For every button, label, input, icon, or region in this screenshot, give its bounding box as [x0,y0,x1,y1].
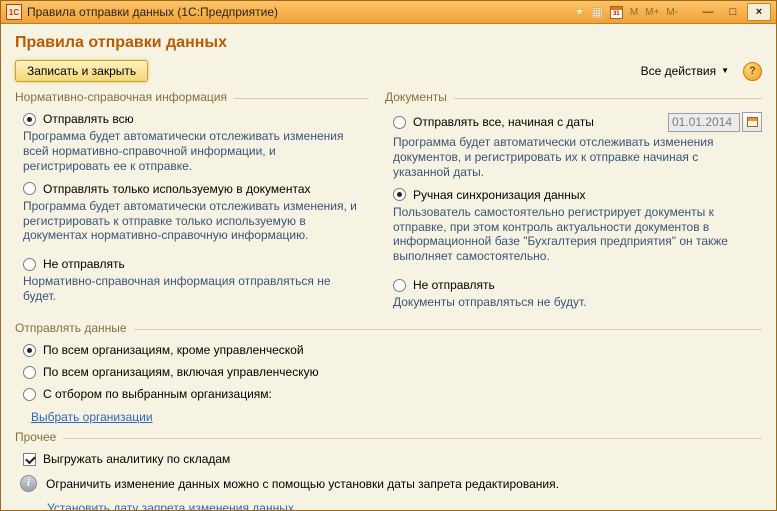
radio-button[interactable] [23,388,36,401]
radio-option-docs-no-send[interactable]: Не отправлять [393,278,762,292]
group-header-send-data: Отправлять данные [15,321,762,335]
window-title: Правила отправки данных (1С:Предприятие) [27,5,278,19]
radio-option-nsi-send-all[interactable]: Отправлять всю [23,112,369,126]
memory-m-minus-indicator: М- [666,7,678,18]
window: 1С Правила отправки данных (1С:Предприят… [0,0,777,511]
choose-organizations-link[interactable]: Выбрать организации [31,410,153,424]
top-columns: Нормативно-справочная информация Отправл… [15,86,762,317]
group-title: Прочее [15,430,56,444]
info-icon: i [20,475,37,492]
option-description: Пользователь самостоятельно регистрирует… [393,205,758,265]
group-divider [63,438,762,439]
window-controls: — □ × [697,3,771,21]
radio-option-all-orgs-including-managerial[interactable]: По всем организациям, включая управленче… [23,365,762,379]
date-field-wrap [668,112,762,132]
option-description: Нормативно-справочная информация отправл… [23,274,365,304]
chevron-down-icon: ▼ [721,67,729,75]
radio-button[interactable] [23,258,36,271]
group-title: Документы [385,90,447,104]
command-bar: Записать и закрыть Все действия ▼ ? [15,60,762,82]
radio-option-selected-orgs[interactable]: С отбором по выбранным организациям: [23,387,762,401]
calendar-icon[interactable]: 31 [610,6,623,19]
group-header-documents: Документы [385,90,762,104]
option-description: Документы отправляться не будут. [393,295,758,310]
minimize-button[interactable]: — [697,4,719,20]
memory-m-plus-indicator: М+ [645,7,659,18]
calculator-icon[interactable]: ▦ [591,6,602,18]
form-content: Правила отправки данных Записать и закры… [1,24,776,511]
star-icon[interactable]: ★ [575,7,585,18]
save-and-close-button[interactable]: Записать и закрыть [15,60,148,82]
radio-option-docs-from-date[interactable]: Отправлять все, начиная с даты [393,112,762,132]
all-actions-button[interactable]: Все действия ▼ [637,62,733,80]
radio-button[interactable] [23,344,36,357]
calendar-icon [747,117,758,127]
group-header-misc: Прочее [15,430,762,444]
calendar-picker-button[interactable] [742,112,762,132]
option-description: Программа будет автоматически отслеживат… [23,199,365,244]
close-button[interactable]: × [747,3,771,21]
memory-m-indicator: М [630,7,638,18]
group-documents: Документы Отправлять все, начиная с даты… [385,86,762,317]
group-title: Отправлять данные [15,321,127,335]
info-row: i Ограничить изменение данных можно с по… [20,475,762,492]
group-divider [134,329,762,330]
radio-option-nsi-used-only[interactable]: Отправлять только используемую в докумен… [23,182,369,196]
option-description: Программа будет автоматически отслеживат… [393,135,758,180]
group-divider [454,98,762,99]
maximize-button[interactable]: □ [722,4,744,20]
radio-button[interactable] [393,188,406,201]
option-description: Программа будет автоматически отслеживат… [23,129,365,174]
checkbox-export-warehouse-analytics[interactable]: Выгружать аналитику по складам [23,452,762,466]
help-button[interactable]: ? [743,62,762,81]
info-text: Ограничить изменение данных можно с помо… [46,477,559,491]
radio-option-nsi-no-send[interactable]: Не отправлять [23,257,369,271]
group-misc: Прочее Выгружать аналитику по складам i … [15,430,762,511]
radio-button[interactable] [393,279,406,292]
radio-button[interactable] [23,182,36,195]
group-send-data: Отправлять данные По всем организациям, … [15,321,762,426]
set-edit-ban-date-link[interactable]: Установить дату запрета изменения данных [47,501,294,511]
radio-button[interactable] [23,366,36,379]
radio-option-all-orgs-except-managerial[interactable]: По всем организациям, кроме управленческ… [23,343,762,357]
radio-option-docs-manual-sync[interactable]: Ручная синхронизация данных [393,188,762,202]
group-header-nsi: Нормативно-справочная информация [15,90,369,104]
all-actions-label: Все действия [641,64,716,78]
start-date-field[interactable] [668,113,740,132]
titlebar-quick-icons: ★ ▦ 31 М М+ М- [575,6,678,19]
group-nsi: Нормативно-справочная информация Отправл… [15,86,369,317]
group-title: Нормативно-справочная информация [15,90,227,104]
app-logo-icon: 1С [6,4,22,20]
page-title: Правила отправки данных [15,34,762,52]
command-bar-right: Все действия ▼ ? [637,62,762,81]
radio-button[interactable] [23,113,36,126]
checkbox[interactable] [23,453,36,466]
group-divider [234,98,369,99]
titlebar[interactable]: 1С Правила отправки данных (1С:Предприят… [1,1,776,24]
radio-button[interactable] [393,116,406,129]
